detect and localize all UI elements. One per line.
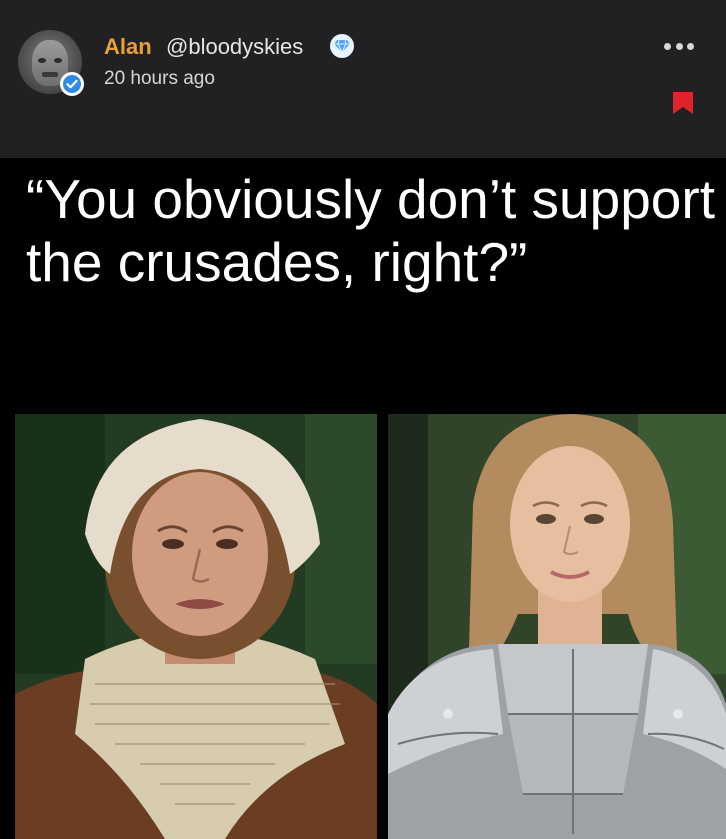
post-header: Alan @bloodyskies 20 hours ago [0, 0, 726, 158]
verified-badge-icon [60, 72, 84, 96]
right-photo [388, 414, 726, 839]
diamond-icon [330, 34, 354, 58]
post-timestamp: 20 hours ago [104, 68, 215, 89]
avatar-eye [38, 58, 46, 63]
meme-caption: “You obviously don’t support the crusade… [26, 168, 715, 293]
left-photo [15, 414, 377, 839]
author-name[interactable]: Alan [104, 34, 152, 60]
meme-image: “You obviously don’t support the crusade… [0, 158, 726, 839]
avatar-mouth [42, 72, 58, 77]
more-options-icon[interactable] [664, 38, 694, 54]
author-handle[interactable]: @bloodyskies [166, 34, 303, 60]
bookmark-icon[interactable] [672, 91, 694, 115]
dot [675, 42, 683, 50]
dot [664, 42, 671, 50]
avatar-eye [54, 58, 62, 63]
dot [687, 42, 694, 50]
